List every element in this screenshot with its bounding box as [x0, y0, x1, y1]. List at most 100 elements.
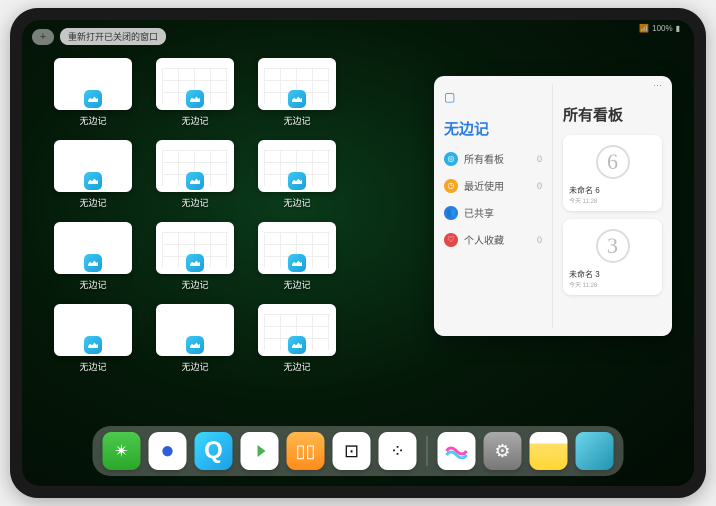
freeform-app-badge-icon	[288, 254, 306, 272]
nav-label: 最近使用	[464, 178, 504, 193]
window-thumbnail[interactable]	[54, 222, 132, 274]
board-card[interactable]: 6 未命名 6今天 11:28	[563, 135, 662, 211]
sidebar-item[interactable]: ◎ 所有看板 0	[444, 151, 542, 166]
window-thumbnail[interactable]	[54, 140, 132, 192]
freeform-app-badge-icon	[84, 254, 102, 272]
nav-icon: ◎	[444, 152, 458, 166]
nav-icon: ♡	[444, 233, 458, 247]
window-thumbnail[interactable]	[156, 140, 234, 192]
nav-label: 已共享	[464, 205, 494, 220]
ipad-screen: 📶 100% ▮ + 重新打开已关闭的窗口 无边记无边记无边记无边记无边记无边记…	[22, 20, 694, 486]
window-label: 无边记	[283, 196, 310, 209]
panel-title: 无边记	[444, 118, 542, 139]
app-window[interactable]: 无边记	[254, 58, 340, 130]
freeform-app-badge-icon	[288, 90, 306, 108]
app-window[interactable]: 无边记	[254, 304, 340, 376]
nav-count: 0	[537, 181, 542, 191]
settings-icon[interactable]: ⚙	[484, 432, 522, 470]
nav-count: 0	[537, 235, 542, 245]
nav-label: 所有看板	[464, 151, 504, 166]
window-thumbnail[interactable]	[156, 58, 234, 110]
nav-icon: 👥	[444, 206, 458, 220]
window-thumbnail[interactable]	[258, 140, 336, 192]
window-label: 无边记	[181, 360, 208, 373]
window-thumbnail[interactable]	[156, 222, 234, 274]
window-thumbnail[interactable]	[258, 222, 336, 274]
reopen-closed-window-button[interactable]: 重新打开已关闭的窗口	[60, 28, 166, 45]
window-thumbnail[interactable]	[156, 304, 234, 356]
freeform-icon[interactable]	[438, 432, 476, 470]
sidebar-item[interactable]: 👥 已共享	[444, 205, 542, 220]
app-window[interactable]: 无边记	[50, 304, 136, 376]
window-label: 无边记	[181, 196, 208, 209]
sidebar-item[interactable]: ♡ 个人收藏 0	[444, 232, 542, 247]
freeform-app-badge-icon	[84, 90, 102, 108]
freeform-app-badge-icon	[84, 336, 102, 354]
window-thumbnail[interactable]	[54, 304, 132, 356]
board-preview: 6	[596, 145, 630, 179]
freeform-app-badge-icon	[288, 336, 306, 354]
books-icon[interactable]: ▯▯	[287, 432, 325, 470]
board-card[interactable]: 3 未命名 3今天 11:28	[563, 219, 662, 295]
window-label: 无边记	[283, 360, 310, 373]
app-window[interactable]: 无边记	[152, 58, 238, 130]
quark-icon[interactable]: ●	[149, 432, 187, 470]
board-time: 今天 11:28	[569, 280, 656, 289]
window-thumbnail[interactable]	[54, 58, 132, 110]
panel-sidebar: ▢ 无边记 ◎ 所有看板 0 ◷ 最近使用 0 👥 已共享 ♡ 个人收藏 0	[434, 84, 553, 328]
game-icon[interactable]: ⁘	[379, 432, 417, 470]
window-thumbnail[interactable]	[258, 304, 336, 356]
window-label: 无边记	[79, 278, 106, 291]
status-bar: 📶 100% ▮	[639, 24, 680, 33]
window-label: 无边记	[79, 196, 106, 209]
window-label: 无边记	[79, 360, 106, 373]
app-window[interactable]: 无边记	[152, 222, 238, 294]
app-window[interactable]: 无边记	[254, 140, 340, 212]
board-name: 未命名 3	[569, 269, 656, 280]
nav-label: 个人收藏	[464, 232, 504, 247]
play-icon[interactable]	[241, 432, 279, 470]
more-icon[interactable]: ···	[653, 80, 662, 90]
app-window[interactable]: 无边记	[50, 222, 136, 294]
freeform-app-panel[interactable]: ··· ▢ 无边记 ◎ 所有看板 0 ◷ 最近使用 0 👥 已共享 ♡ 个人收藏 0 所有看板 6 未…	[434, 76, 672, 336]
panel-right-title: 所有看板	[563, 104, 662, 125]
panel-content: 所有看板 6未命名 6今天 11:283未命名 3今天 11:28	[553, 84, 672, 328]
app-window[interactable]: 无边记	[50, 58, 136, 130]
dock-separator	[427, 436, 428, 466]
nav-icon: ◷	[444, 179, 458, 193]
board-name: 未命名 6	[569, 185, 656, 196]
app-switcher-grid: 无边记无边记无边记无边记无边记无边记无边记无边记无边记无边记无边记无边记	[50, 58, 340, 376]
freeform-app-badge-icon	[186, 336, 204, 354]
top-controls: + 重新打开已关闭的窗口	[32, 28, 166, 45]
wechat-icon[interactable]: ✴	[103, 432, 141, 470]
sidebar-item[interactable]: ◷ 最近使用 0	[444, 178, 542, 193]
board-time: 今天 11:28	[569, 196, 656, 205]
app-window[interactable]: 无边记	[152, 304, 238, 376]
freeform-app-badge-icon	[186, 172, 204, 190]
window-label: 无边记	[79, 114, 106, 127]
app-window[interactable]: 无边记	[152, 140, 238, 212]
window-label: 无边记	[283, 278, 310, 291]
wifi-icon: 📶	[639, 24, 649, 33]
new-window-button[interactable]: +	[32, 29, 54, 45]
notes-icon[interactable]	[530, 432, 568, 470]
freeform-app-badge-icon	[186, 90, 204, 108]
battery-icon: ▮	[676, 24, 680, 33]
app-window[interactable]: 无边记	[50, 140, 136, 212]
window-label: 无边记	[181, 114, 208, 127]
qqbrowser-icon[interactable]: Q	[195, 432, 233, 470]
freeform-app-badge-icon	[288, 172, 306, 190]
sidebar-toggle-icon[interactable]: ▢	[444, 90, 542, 104]
dock: ✴●Q ▯▯⊡⁘ ⚙	[93, 426, 624, 476]
board-preview: 3	[596, 229, 630, 263]
window-label: 无边记	[283, 114, 310, 127]
nav-count: 0	[537, 154, 542, 164]
freeform-app-badge-icon	[84, 172, 102, 190]
freeform-app-badge-icon	[186, 254, 204, 272]
battery-text: 100%	[652, 24, 672, 33]
window-thumbnail[interactable]	[258, 58, 336, 110]
app-window[interactable]: 无边记	[254, 222, 340, 294]
window-label: 无边记	[181, 278, 208, 291]
app-library-icon[interactable]	[576, 432, 614, 470]
dice-icon[interactable]: ⊡	[333, 432, 371, 470]
